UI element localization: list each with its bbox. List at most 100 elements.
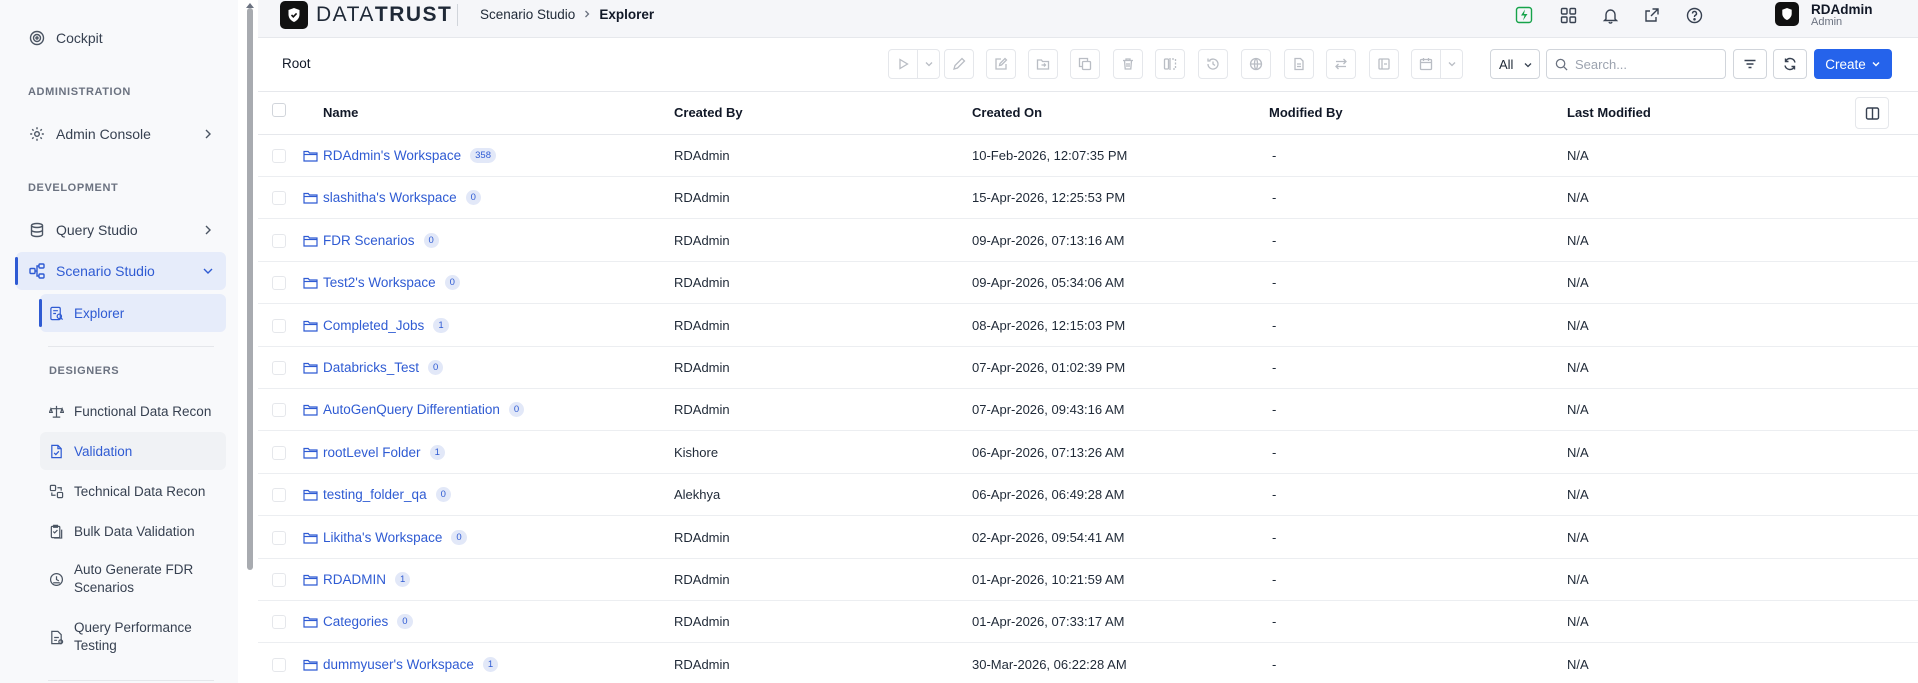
table-row[interactable]: Databricks_Test 0 RDAdmin 07-Apr-2026, 01… — [258, 347, 1918, 389]
external-link-icon[interactable] — [1641, 4, 1663, 26]
column-header-last-modified[interactable]: Last Modified — [1567, 105, 1651, 120]
row-name-link[interactable]: slashitha's Workspace 0 — [323, 190, 481, 206]
row-checkbox[interactable] — [272, 445, 286, 460]
row-checkbox[interactable] — [272, 488, 286, 503]
app-logo[interactable]: DATATRUST — [280, 1, 452, 29]
row-checkbox[interactable] — [272, 615, 286, 630]
nav-technical-data-recon[interactable]: Technical Data Recon — [40, 472, 226, 510]
nav-cockpit[interactable]: Cockpit — [16, 19, 226, 57]
row-checkbox[interactable] — [272, 530, 286, 545]
row-last-modified: N/A — [1567, 232, 1589, 248]
table-row[interactable]: rootLevel Folder 1 Kishore 06-Apr-2026, 0… — [258, 432, 1918, 474]
table-row[interactable]: RDADMIN 1 RDAdmin 01-Apr-2026, 10:21:59 A… — [258, 559, 1918, 601]
table-row[interactable]: dummyuser's Workspace 1 RDAdmin 30-Mar-20… — [258, 644, 1918, 683]
search-input[interactable] — [1575, 50, 1723, 78]
nav-query-studio[interactable]: Query Studio — [16, 211, 226, 249]
column-header-created-by[interactable]: Created By — [674, 105, 743, 120]
row-modified-by: - — [1272, 656, 1277, 672]
sidebar-divider — [48, 346, 214, 347]
document-button[interactable] — [1284, 49, 1314, 79]
row-count-badge: 0 — [451, 529, 467, 545]
move-button[interactable] — [1028, 49, 1058, 79]
history-button[interactable] — [1198, 49, 1228, 79]
nav-query-performance-testing[interactable]: Query Performance Testing — [40, 614, 226, 660]
apps-grid-icon[interactable] — [1557, 4, 1579, 26]
nav-explorer[interactable]: Explorer — [39, 294, 226, 332]
table-row[interactable]: FDR Scenarios 0 RDAdmin 09-Apr-2026, 07:1… — [258, 220, 1918, 262]
column-header-created-on[interactable]: Created On — [972, 105, 1042, 120]
nav-validation[interactable]: Validation — [40, 432, 226, 470]
run-button[interactable] — [888, 49, 918, 79]
row-last-modified: N/A — [1567, 317, 1589, 333]
row-name-link[interactable]: rootLevel Folder 1 — [323, 444, 445, 460]
row-name-link[interactable]: FDR Scenarios 0 — [323, 232, 439, 248]
column-header-modified-by[interactable]: Modified By — [1269, 105, 1343, 120]
nav-auto-generate-fdr[interactable]: Auto Generate FDR Scenarios — [40, 556, 226, 602]
filter-button[interactable] — [1733, 49, 1767, 79]
copy-button[interactable] — [1070, 49, 1100, 79]
row-name-link[interactable]: Databricks_Test 0 — [323, 360, 444, 375]
row-name: AutoGenQuery Differentiation — [323, 402, 500, 418]
nav-scenario-studio[interactable]: Scenario Studio — [15, 252, 226, 290]
refresh-button[interactable] — [1773, 49, 1807, 79]
select-all-checkbox[interactable] — [272, 103, 286, 117]
table-row[interactable]: testing_folder_qa 0 Alekhya 06-Apr-2026, … — [258, 474, 1918, 517]
top-bar: DATATRUST Scenario Studio Explorer RDAdm… — [258, 0, 1918, 38]
help-icon[interactable] — [1683, 4, 1705, 26]
row-checkbox[interactable] — [272, 191, 286, 206]
row-name-link[interactable]: AutoGenQuery Differentiation 0 — [323, 402, 525, 418]
table-row[interactable]: slashitha's Workspace 0 RDAdmin 15-Apr-20… — [258, 177, 1918, 220]
edit-button[interactable] — [944, 49, 974, 79]
row-checkbox[interactable] — [272, 657, 286, 672]
user-name[interactable]: RDAdmin — [1811, 2, 1873, 17]
table-row[interactable]: RDAdmin's Workspace 358 RDAdmin 10-Feb-20… — [258, 135, 1918, 177]
table-row[interactable]: Categories 0 RDAdmin 01-Apr-2026, 07:33:1… — [258, 601, 1918, 644]
row-checkbox[interactable] — [272, 276, 286, 291]
row-checkbox[interactable] — [272, 149, 286, 163]
row-name: Test2's Workspace — [323, 275, 436, 291]
row-name-link[interactable]: Likitha's Workspace 0 — [323, 529, 467, 545]
create-button[interactable]: Create — [1814, 49, 1892, 79]
bell-icon[interactable] — [1599, 4, 1621, 26]
table-row[interactable]: AutoGenQuery Differentiation 0 RDAdmin 07… — [258, 389, 1918, 432]
row-checkbox[interactable] — [272, 233, 286, 248]
nav-admin-console[interactable]: Admin Console — [16, 115, 226, 153]
nav-functional-data-recon[interactable]: Functional Data Recon — [40, 392, 226, 430]
row-name-link[interactable]: Completed_Jobs 1 — [323, 317, 449, 333]
row-checkbox[interactable] — [272, 361, 286, 375]
row-modified-by: - — [1272, 360, 1277, 375]
table-row[interactable]: Test2's Workspace 0 RDAdmin 09-Apr-2026, … — [258, 262, 1918, 305]
activity-icon[interactable] — [1513, 4, 1535, 26]
import-button[interactable] — [1369, 49, 1399, 79]
delete-button[interactable] — [1113, 49, 1143, 79]
breadcrumb-parent[interactable]: Scenario Studio — [480, 7, 575, 22]
row-modified-by: - — [1272, 614, 1277, 630]
row-name-link[interactable]: Test2's Workspace 0 — [323, 275, 460, 291]
table-row[interactable]: Completed_Jobs 1 RDAdmin 08-Apr-2026, 12:… — [258, 305, 1918, 347]
type-filter-select[interactable]: All — [1490, 49, 1540, 79]
row-name-link[interactable]: testing_folder_qa 0 — [323, 487, 451, 503]
row-checkbox[interactable] — [272, 318, 286, 333]
row-created-by: RDAdmin — [674, 572, 730, 587]
row-name-link[interactable]: Categories 0 — [323, 614, 413, 630]
schedule-dropdown-button[interactable] — [1441, 49, 1463, 79]
sidebar-scrollbar-thumb[interactable] — [247, 8, 253, 570]
column-toggle-button[interactable] — [1855, 97, 1889, 129]
row-modified-by: - — [1272, 317, 1277, 333]
row-name-link[interactable]: RDADMIN 1 — [323, 572, 411, 587]
table-row[interactable]: Likitha's Workspace 0 RDAdmin 02-Apr-2026… — [258, 517, 1918, 559]
avatar[interactable] — [1775, 2, 1799, 26]
column-header-name[interactable]: Name — [323, 105, 358, 120]
nav-bulk-data-validation[interactable]: Bulk Data Validation — [40, 512, 226, 550]
row-checkbox[interactable] — [272, 403, 286, 418]
rename-button[interactable] — [986, 49, 1016, 79]
run-dropdown-button[interactable] — [918, 49, 940, 79]
row-name-link[interactable]: dummyuser's Workspace 1 — [323, 656, 499, 672]
row-created-on: 30-Mar-2026, 06:22:28 AM — [972, 656, 1127, 672]
row-name-link[interactable]: RDAdmin's Workspace 358 — [323, 148, 496, 163]
publish-button[interactable] — [1241, 49, 1271, 79]
schedule-button[interactable] — [1411, 49, 1441, 79]
row-checkbox[interactable] — [272, 573, 286, 587]
compare-button[interactable] — [1155, 49, 1185, 79]
transfer-button[interactable] — [1326, 49, 1356, 79]
